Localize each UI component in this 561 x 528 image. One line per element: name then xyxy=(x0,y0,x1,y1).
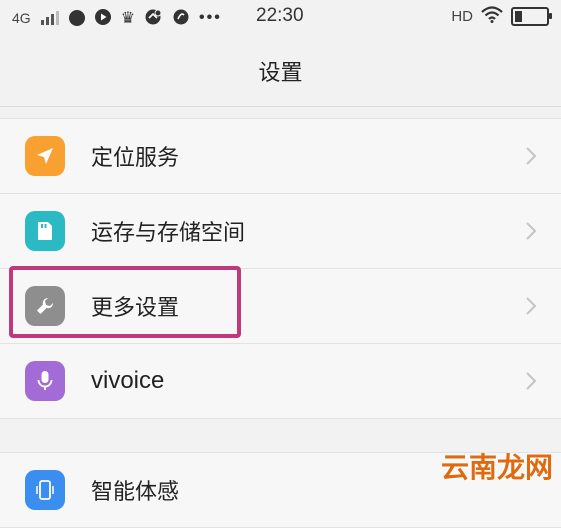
phone-motion-icon xyxy=(25,470,65,510)
app-icon xyxy=(68,10,85,26)
location-icon xyxy=(25,136,65,176)
setting-label: vivoice xyxy=(91,367,165,394)
chevron-right-icon xyxy=(526,147,537,165)
status-bar: 4G ♛ ••• 22:30 HD xyxy=(0,0,561,36)
page-title: 设置 xyxy=(258,61,303,86)
setting-item-memory-storage[interactable]: 运存与存储空间 xyxy=(0,194,561,269)
chevron-right-icon xyxy=(526,222,537,240)
more-dots-icon: ••• xyxy=(199,9,222,26)
clock: 22:30 xyxy=(256,5,304,26)
crown-icon: ♛ xyxy=(120,10,136,27)
network-label: 4G xyxy=(12,10,31,26)
signal-icon xyxy=(40,11,59,25)
chevron-right-icon xyxy=(526,297,537,315)
chevron-right-icon xyxy=(526,372,537,390)
setting-item-location[interactable]: 定位服务 xyxy=(0,119,561,194)
game-icon xyxy=(145,9,163,28)
microphone-icon xyxy=(25,361,65,401)
highlight-box xyxy=(9,266,241,338)
title-bar: 设置 xyxy=(0,36,561,107)
sd-card-icon xyxy=(25,211,65,251)
setting-item-vivoice[interactable]: vivoice xyxy=(0,344,561,419)
chat-icon xyxy=(173,9,189,28)
hd-label: HD xyxy=(451,8,473,25)
setting-label: 运存与存储空间 xyxy=(91,221,246,246)
setting-label: 定位服务 xyxy=(91,146,180,171)
battery-icon xyxy=(511,7,552,26)
setting-label: 智能体感 xyxy=(91,480,180,505)
play-icon xyxy=(94,8,111,28)
wifi-icon xyxy=(481,6,503,27)
watermark: 云南龙网 xyxy=(440,451,553,484)
